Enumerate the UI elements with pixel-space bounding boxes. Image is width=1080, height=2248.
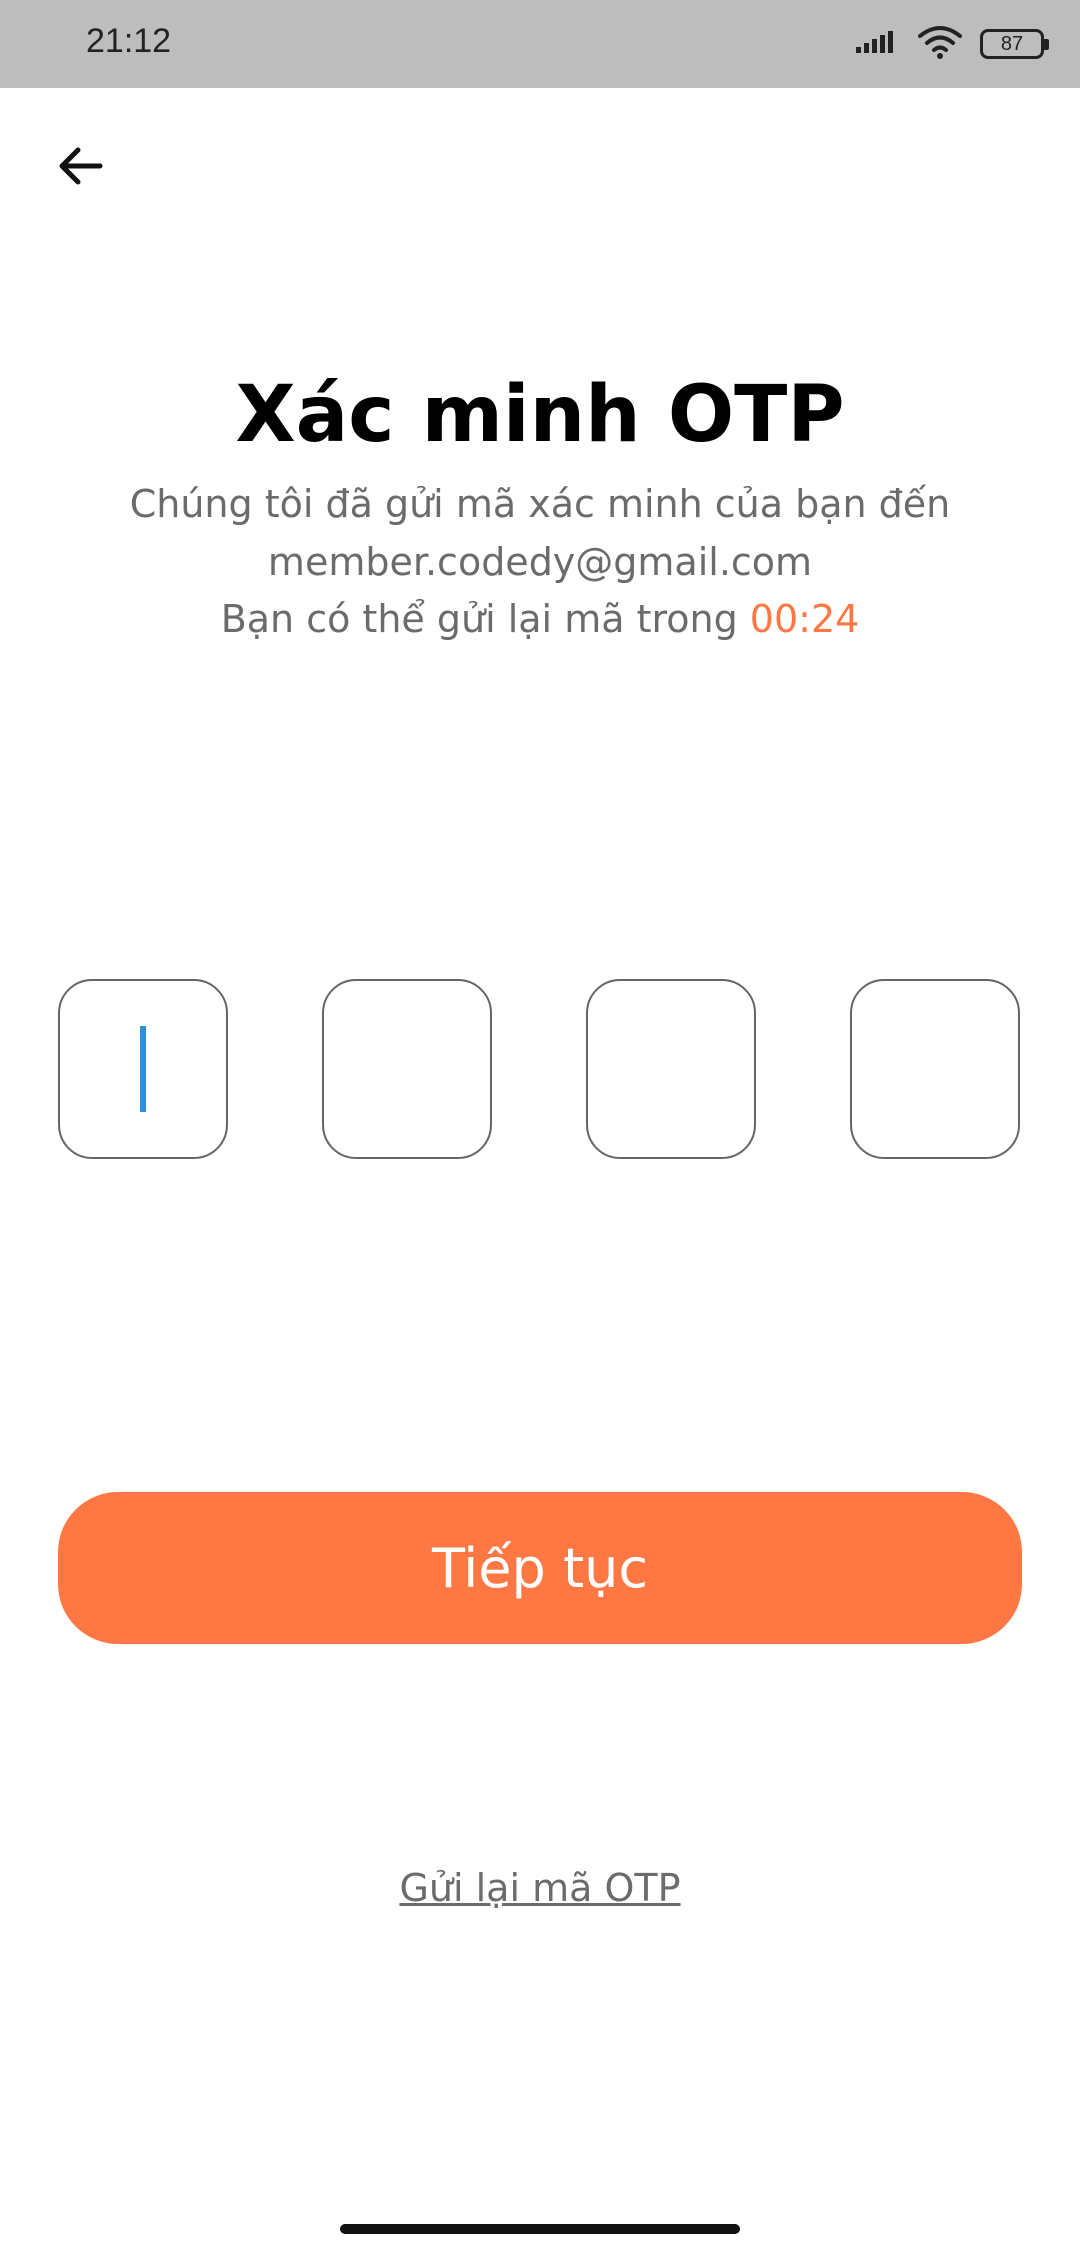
status-time: 21:12: [86, 22, 172, 60]
resend-countdown-prefix: Bạn có thể gửi lại mã trong: [220, 597, 750, 641]
sent-code-message: Chúng tôi đã gửi mã xác minh của bạn đến: [129, 482, 951, 526]
back-button[interactable]: [44, 130, 116, 202]
continue-button[interactable]: Tiếp tục: [58, 1492, 1022, 1644]
status-bar: 21:12 87: [0, 0, 1080, 88]
battery-level: 87: [1000, 32, 1024, 55]
resend-countdown-message: Bạn có thể gửi lại mã trong 00:24: [0, 597, 1080, 641]
arrow-left-icon: [59, 147, 103, 185]
resend-otp-link[interactable]: Gửi lại mã OTP: [0, 1866, 1080, 1910]
page-title: Xác minh OTP: [235, 370, 845, 460]
email-address: member.codedy@gmail.com: [267, 540, 813, 584]
signal-icon: [856, 27, 900, 61]
home-indicator[interactable]: [340, 2224, 740, 2234]
status-icons: 87: [856, 24, 1049, 64]
otp-digit-4[interactable]: [850, 979, 1020, 1159]
continue-button-label: Tiếp tục: [431, 1536, 649, 1600]
otp-digit-1[interactable]: [58, 979, 228, 1159]
otp-input-group: [58, 979, 1022, 1161]
otp-digit-2[interactable]: [322, 979, 492, 1159]
countdown-timer: 00:24: [749, 597, 860, 641]
battery-icon: 87: [980, 29, 1049, 59]
wifi-icon: [918, 25, 962, 63]
otp-digit-3[interactable]: [586, 979, 756, 1159]
text-cursor: [140, 1026, 146, 1112]
